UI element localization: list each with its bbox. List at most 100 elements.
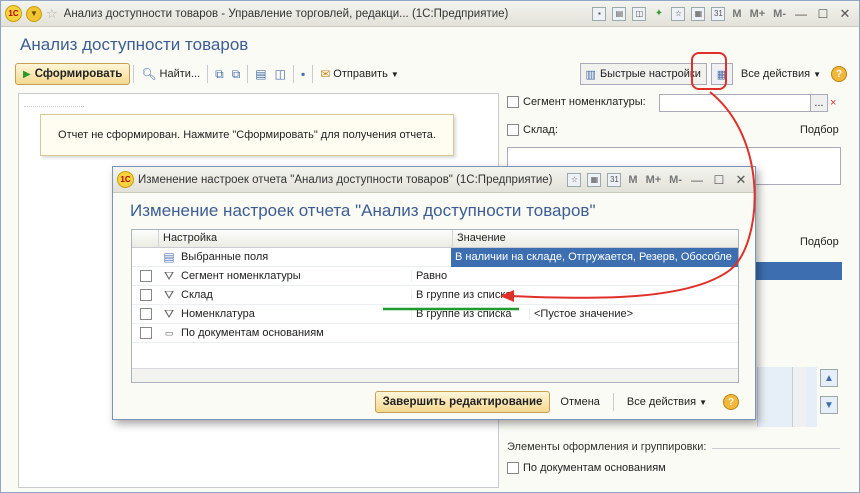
parameter-icon: ▭ [164,327,174,338]
move-down-button[interactable]: ▼ [820,396,838,414]
memory-m-button[interactable]: M [625,171,640,188]
row-checkbox[interactable] [139,327,152,339]
fields-list[interactable] [757,367,817,427]
calendar-icon[interactable]: 31 [711,6,726,21]
save-icon[interactable]: ▪ [592,6,607,21]
dialog-all-actions-button[interactable]: Все действия ▼ [623,391,711,413]
preview-button[interactable]: ◫ [271,63,290,85]
history-icon[interactable]: ☆ [671,6,686,21]
horizontal-scrollbar[interactable] [132,368,738,382]
segment-choose-button[interactable]: ... [810,94,828,112]
vertical-scrollbar[interactable] [792,367,806,427]
nomenclature-pick-link[interactable]: Подбор [800,236,839,248]
fields-icon: ▤ [163,250,175,264]
memory-mminus-button[interactable]: M- [666,171,685,188]
print-icon: ▤ [255,67,267,81]
settings-panel-icon: ▥ [585,68,596,81]
favorite-icon[interactable]: ☆ [567,172,582,187]
copy-button[interactable]: ⧉ [211,63,228,85]
tree-row-selected-fields[interactable]: ▤ Выбранные поля В наличии на складе, От… [132,247,738,267]
help-icon[interactable]: ? [831,66,847,82]
footer-divider [612,393,614,411]
warehouse-checkbox[interactable] [507,124,519,136]
memory-mplus-button[interactable]: M+ [747,5,769,22]
selected-list-row[interactable] [752,262,842,280]
minimize-icon[interactable]: — [791,5,811,23]
1c-logo-icon[interactable]: 1С [5,5,22,22]
tree-row-warehouse[interactable]: ⛛ Склад В группе из списка [132,286,738,305]
calculator-icon[interactable]: ▦ [587,172,602,187]
title-toolbar: ▪ ▤ ◫ ✦ ☆ ▦ 31 M M+ M- — ☐ ✕ [590,5,855,23]
maximize-icon[interactable]: ☐ [709,171,729,189]
menu-circle-icon[interactable]: ▼ [26,5,42,22]
minimize-icon[interactable]: — [687,171,707,189]
magnifier-icon: 🔍︎ [141,67,157,81]
column-value[interactable]: Значение [453,230,738,247]
quick-settings-button[interactable]: ▥ Быстрые настройки [579,63,707,85]
send-button[interactable]: ✉ Отправить ▼ [316,63,403,85]
main-titlebar: 1С ▼ ☆ Анализ доступности товаров - Упра… [1,1,859,27]
filter-icon: ⛛ [163,268,175,283]
maximize-icon[interactable]: ☐ [813,5,833,23]
generate-button[interactable]: ▶ Сформировать [15,63,131,85]
1c-logo-icon[interactable]: 1С [117,171,134,188]
highlight-box [691,52,727,90]
play-icon: ▶ [23,68,31,80]
finish-editing-button[interactable]: Завершить редактирование [374,391,551,413]
row-comparison[interactable]: Равно [411,270,529,282]
settings-tree[interactable]: Настройка Значение ▤ Выбранные поля В на… [131,229,739,383]
tree-row-by-docs[interactable]: ▭ По документам основаниям [132,324,738,343]
row-checkbox-cell [132,289,159,301]
row-checkbox[interactable] [139,289,152,301]
print-icon[interactable]: ▤ [612,6,627,21]
paste-button[interactable]: ⧉ [228,63,245,85]
all-actions-button[interactable]: Все действия ▼ [737,63,825,85]
row-checkbox[interactable] [139,308,152,320]
warehouse-pick-link[interactable]: Подбор [800,124,839,136]
paste-icon: ⧉ [231,66,241,81]
star-icon[interactable]: ☆ [46,6,58,22]
segment-input[interactable] [659,94,825,112]
segment-row: Сегмент номенклатуры: [507,96,646,108]
generate-label: Сформировать [34,68,123,80]
page-title: Анализ доступности товаров [20,35,249,54]
calendar-icon[interactable]: 31 [607,172,622,187]
close-icon[interactable]: ✕ [731,171,751,189]
move-up-button[interactable]: ▲ [820,369,838,387]
history-icon[interactable]: ✦ [650,5,667,22]
report-cell [24,98,84,107]
dialog-window-title: Изменение настроек отчета "Анализ доступ… [138,173,553,186]
preview-icon: ◫ [274,67,286,81]
dialog-footer: Завершить редактирование Отмена Все дейс… [131,391,739,413]
row-checkbox-cell [132,308,159,320]
dialog-heading: Изменение настроек отчета "Анализ доступ… [130,201,596,220]
report-notice: Отчет не сформирован. Нажмите "Сформиров… [40,114,454,156]
column-setting[interactable]: Настройка [159,230,453,247]
help-icon[interactable]: ? [723,394,739,410]
toolbar-divider [292,65,294,83]
save-button[interactable]: ▪ [297,63,309,85]
memory-mplus-button[interactable]: M+ [643,171,665,188]
memory-m-button[interactable]: M [729,5,744,22]
toolbar-divider [312,65,314,83]
row-name: Склад [181,289,213,301]
find-button[interactable]: 🔍︎ Найти... [137,63,204,85]
tree-row-nomenclature[interactable]: ⛛ Номенклатура В группе из списка <Пусто… [132,305,738,324]
segment-clear-icon[interactable]: × [830,97,836,109]
by-docs-checkbox[interactable] [507,462,519,474]
tree-row-segment[interactable]: ⛛ Сегмент номенклатуры Равно [132,267,738,286]
group-divider [712,448,840,449]
row-name: По документам основаниям [181,327,324,339]
row-comparison[interactable]: В группе из списка [411,308,529,320]
cancel-button[interactable]: Отмена [556,391,603,413]
preview-icon[interactable]: ◫ [632,6,647,21]
print-button[interactable]: ▤ [251,63,270,85]
dialog-titlebar: 1С Изменение настроек отчета "Анализ дос… [113,167,755,193]
memory-mminus-button[interactable]: M- [770,5,789,22]
row-checkbox[interactable] [139,270,152,282]
calculator-icon[interactable]: ▦ [691,6,706,21]
close-icon[interactable]: ✕ [835,5,855,23]
row-value[interactable]: <Пустое значение> [529,308,738,320]
row-comparison[interactable]: В группе из списка [411,289,529,301]
segment-checkbox[interactable] [507,96,519,108]
